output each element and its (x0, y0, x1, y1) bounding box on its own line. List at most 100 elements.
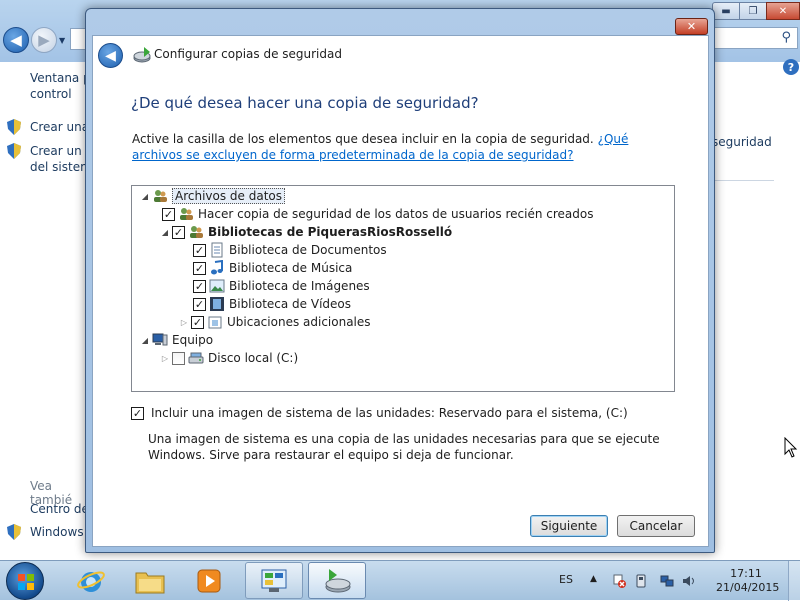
internet-explorer-icon (77, 571, 105, 592)
taskbar-media-player[interactable] (180, 562, 238, 599)
folder-icon (135, 572, 165, 593)
start-button[interactable] (6, 562, 44, 600)
tree-node-documents[interactable]: ✓ Biblioteca de Documentos (193, 241, 387, 259)
windows-logo-icon (18, 574, 34, 590)
language-indicator[interactable]: ES (559, 573, 573, 586)
system-image-description: Una imagen de sistema es una copia de la… (148, 432, 660, 462)
tree-label: Hacer copia de seguridad de los datos de… (198, 207, 594, 221)
users-icon (180, 208, 193, 220)
tree-label: Biblioteca de Vídeos (229, 297, 351, 311)
tree-node-additional-locations[interactable]: ▷ ✓ Ubicaciones adicionales (179, 313, 371, 331)
checkbox-unchecked[interactable] (172, 351, 185, 365)
checkbox-checked[interactable]: ✓ (193, 243, 206, 257)
taskbar-explorer[interactable] (121, 562, 179, 599)
tree-label: Equipo (172, 333, 214, 347)
system-image-checkbox[interactable]: ✓ (131, 406, 144, 420)
action-center-flag-icon[interactable] (612, 574, 626, 588)
left-pane-link-action-center[interactable]: Centro de (30, 501, 89, 517)
tree-expand-icon[interactable]: ◢ (140, 192, 150, 201)
network-icon[interactable] (660, 574, 674, 588)
show-hidden-icons-icon[interactable]: ▲ (590, 574, 597, 584)
next-button[interactable]: Siguiente (530, 515, 608, 537)
checkbox-checked[interactable]: ✓ (193, 297, 206, 311)
tree-node-local-disk[interactable]: ▷ Disco local (C:) (160, 349, 298, 367)
left-pane: Ventana pr control Crear una i Crear un … (0, 62, 99, 560)
folder-icon (208, 316, 222, 329)
page-heading: ¿De qué desea hacer una copia de segurid… (131, 94, 479, 112)
checkbox-checked[interactable]: ✓ (172, 225, 185, 239)
close-button[interactable]: ✕ (675, 18, 708, 35)
control-panel-icon (261, 569, 287, 592)
document-icon (211, 242, 223, 258)
music-icon (211, 260, 223, 275)
clock-date: 21/04/2015 (716, 581, 780, 594)
checkbox-checked[interactable]: ✓ (193, 261, 206, 275)
taskbar-control-panel[interactable] (245, 562, 303, 599)
shield-icon (7, 143, 21, 159)
checkbox-checked[interactable]: ✓ (193, 279, 206, 293)
tree-node-computer[interactable]: ◢ Equipo (140, 331, 213, 349)
shield-icon (7, 119, 21, 135)
tree-node-images[interactable]: ✓ Biblioteca de Imágenes (193, 277, 370, 295)
checkbox-checked[interactable]: ✓ (191, 315, 204, 329)
tree-collapse-icon[interactable]: ▷ (160, 354, 170, 363)
help-icon[interactable]: ? (783, 59, 799, 75)
tree-label: Bibliotecas de PiquerasRiosRosselló (208, 225, 453, 239)
system-image-label: Incluir una imagen de sistema de las uni… (151, 406, 628, 420)
search-icon[interactable]: ⚲ (781, 30, 791, 45)
taskbar-internet-explorer[interactable] (62, 562, 120, 599)
backup-setup-dialog: ✕ ◀ Configurar copias de seguridad ¿De q… (85, 8, 715, 553)
computer-icon (152, 333, 168, 346)
clock-time: 17:11 (730, 567, 762, 580)
tree-node-new-users[interactable]: ✓ Hacer copia de seguridad de los datos … (162, 205, 593, 223)
tree-label: Biblioteca de Música (229, 261, 353, 275)
tree-collapse-icon[interactable]: ▷ (179, 318, 189, 327)
system-image-option[interactable]: ✓ Incluir una imagen de sistema de las u… (131, 406, 628, 420)
maximize-button[interactable]: ❐ (739, 2, 767, 20)
tree-label: Archivos de datos (172, 188, 286, 204)
forward-arrow-icon[interactable]: ▶ (31, 27, 57, 53)
tree-label: Ubicaciones adicionales (227, 315, 371, 329)
media-player-icon (197, 569, 221, 592)
volume-icon[interactable] (682, 574, 696, 588)
tree-expand-icon[interactable]: ◢ (140, 336, 150, 345)
tree-label: Biblioteca de Documentos (229, 243, 387, 257)
close-button[interactable]: ✕ (766, 2, 800, 20)
film-icon (210, 297, 224, 311)
users-icon (154, 190, 167, 202)
left-pane-link-create-disc[interactable]: Crear un d (30, 143, 93, 159)
checkbox-checked[interactable]: ✓ (162, 207, 175, 221)
tree-node-data-files[interactable]: ◢ Archivos de datos (140, 187, 286, 205)
show-desktop-button[interactable] (788, 561, 800, 601)
cancel-button[interactable]: Cancelar (617, 515, 695, 537)
backup-icon (133, 47, 151, 63)
search-input[interactable]: ⚲ (712, 27, 798, 49)
mouse-cursor-icon (784, 437, 798, 458)
power-plug-icon[interactable] (634, 574, 648, 588)
back-arrow-icon[interactable]: ◀ (3, 27, 29, 53)
dialog-title: Configurar copias de seguridad (154, 47, 342, 61)
hard-disk-icon (188, 352, 204, 364)
tree-label: Disco local (C:) (208, 351, 299, 365)
backup-icon (325, 568, 351, 592)
back-arrow-icon[interactable]: ◀ (98, 43, 123, 68)
clock[interactable]: 17:11 21/04/2015 (716, 567, 780, 595)
tree-expand-icon[interactable]: ◢ (160, 228, 170, 237)
tree-label: Biblioteca de Imágenes (229, 279, 370, 293)
instruction-label: Active la casilla de los elementos que d… (132, 132, 594, 146)
left-pane-link-control-panel-line2[interactable]: control (30, 86, 72, 102)
tree-node-videos[interactable]: ✓ Biblioteca de Vídeos (193, 295, 351, 313)
tree-node-music[interactable]: ✓ Biblioteca de Música (193, 259, 352, 277)
users-icon (190, 226, 203, 238)
minimize-button[interactable]: ▬ (712, 2, 740, 20)
configure-backup-link[interactable]: seguridad (712, 135, 772, 149)
instruction-text: Active la casilla de los elementos que d… (132, 131, 677, 163)
tree-node-libraries[interactable]: ◢ ✓ Bibliotecas de PiquerasRiosRosselló (160, 223, 452, 241)
shield-icon (7, 524, 21, 540)
image-icon (209, 279, 225, 293)
dialog-content: ◀ Configurar copias de seguridad ¿De qué… (92, 35, 709, 547)
taskbar-backup[interactable] (308, 562, 366, 599)
divider (712, 180, 774, 181)
backup-items-tree[interactable]: ◢ Archivos de datos ✓ Hacer copia de seg… (131, 185, 675, 392)
chevron-down-icon[interactable]: ▼ (59, 36, 65, 45)
